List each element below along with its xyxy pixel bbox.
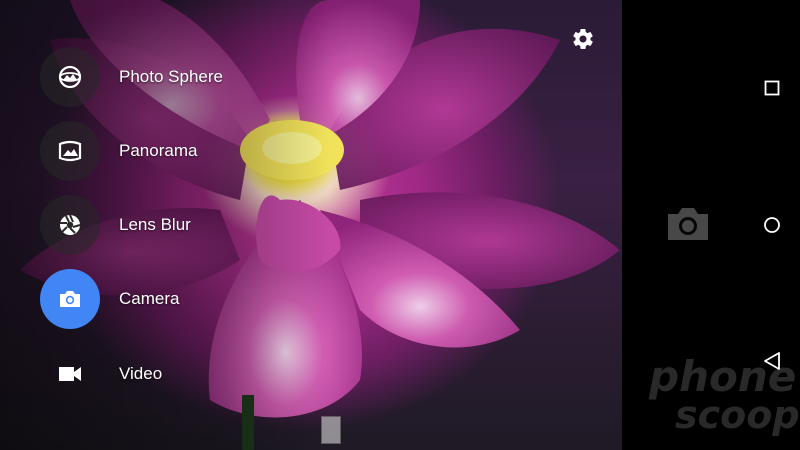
mode-video[interactable]: Video — [40, 344, 162, 404]
settings-button[interactable] — [569, 25, 597, 53]
circle-icon — [764, 217, 780, 233]
photo-sphere-icon — [40, 47, 100, 107]
mode-camera[interactable]: Camera — [40, 269, 179, 329]
camera-icon — [40, 269, 100, 329]
home-button[interactable] — [762, 215, 782, 235]
gear-icon — [573, 29, 593, 49]
mode-label: Lens Blur — [119, 215, 191, 234]
recents-button[interactable] — [762, 78, 782, 98]
lens-blur-icon — [40, 195, 100, 255]
camera-screen: Photo Sphere Panorama Lens Blur Camera V… — [0, 0, 800, 450]
mode-label: Video — [119, 364, 163, 383]
watermark-logo: phone scoop — [645, 352, 800, 448]
mode-label: Camera — [119, 289, 180, 308]
watermark-line: phone — [649, 352, 797, 401]
panorama-icon — [40, 121, 100, 181]
mode-lens-blur[interactable]: Lens Blur — [40, 195, 191, 255]
mode-label: Panorama — [119, 141, 198, 160]
watermark-line: scoop — [675, 393, 800, 437]
shutter-button[interactable] — [664, 204, 712, 244]
mode-panorama[interactable]: Panorama — [40, 121, 197, 181]
video-icon — [40, 344, 100, 404]
gallery-thumbnail[interactable] — [321, 416, 341, 444]
square-icon — [764, 80, 780, 96]
mode-photo-sphere[interactable]: Photo Sphere — [40, 47, 223, 107]
camera-icon — [668, 208, 708, 240]
mode-label: Photo Sphere — [119, 67, 223, 86]
